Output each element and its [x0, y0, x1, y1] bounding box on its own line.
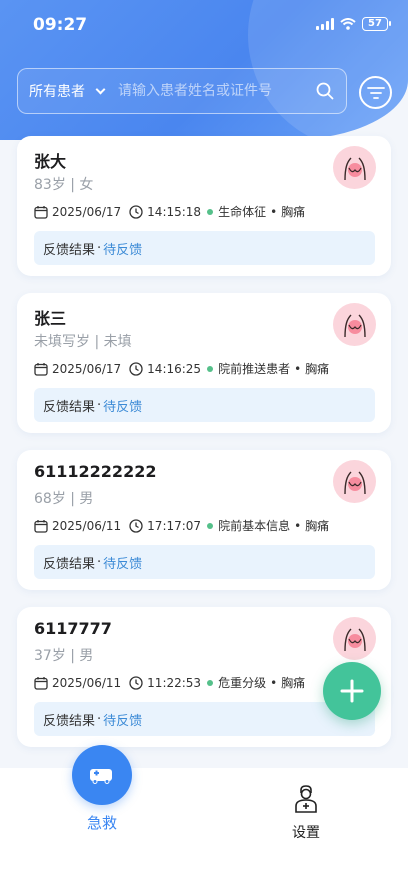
- patient-stage: 院前基本信息: [218, 519, 291, 533]
- stage-dot: [207, 522, 214, 529]
- calendar-icon: [34, 362, 48, 376]
- plus-icon: [340, 679, 364, 703]
- patient-age-gender: 未填写岁 | 未填: [34, 334, 132, 350]
- calendar-icon: [34, 205, 48, 219]
- clock-icon: [129, 518, 143, 533]
- nav-tab-settings[interactable]: 设置: [282, 784, 330, 842]
- patient-time: 17:17:07: [147, 518, 202, 533]
- feedback-bar: 反馈结果 · 待反馈: [34, 545, 375, 579]
- feedback-status: 待反馈: [103, 242, 143, 258]
- patient-card[interactable]: 张大 83岁 | 女 2025/06/17 14:15:18 生命体征 • 胸痛…: [17, 136, 391, 276]
- clock-icon: [129, 361, 143, 376]
- feedback-bar: 反馈结果 · 待反馈: [34, 702, 375, 736]
- chevron-down-icon: [95, 84, 106, 94]
- patient-name: 张大: [34, 152, 67, 171]
- feedback-status: 待反馈: [103, 556, 143, 572]
- patient-name: 张三: [34, 309, 67, 328]
- nav-emergency-label: 急救: [86, 814, 117, 832]
- clock-icon: [129, 204, 143, 219]
- patient-date: 2025/06/11: [52, 518, 122, 533]
- patient-meta: 2025/06/17 14:16:25 院前推送患者 • 胸痛: [34, 360, 329, 377]
- meta-separator: •: [270, 204, 278, 219]
- patient-stage: 生命体征: [218, 205, 267, 219]
- stage-dot: [207, 365, 214, 372]
- patient-date: 2025/06/11: [52, 675, 122, 690]
- patient-time: 14:16:25: [147, 361, 202, 376]
- patient-age-gender: 37岁 | 男: [34, 648, 94, 664]
- patient-card[interactable]: 61112222222 68岁 | 男 2025/06/11 17:17:07 …: [17, 450, 391, 590]
- feedback-separator: ·: [97, 240, 102, 256]
- feedback-status: 待反馈: [103, 713, 143, 729]
- calendar-icon: [34, 676, 48, 690]
- feedback-separator: ·: [97, 397, 102, 413]
- battery-icon: 57: [362, 17, 391, 31]
- patient-meta: 2025/06/17 14:15:18 生命体征 • 胸痛: [34, 203, 305, 220]
- meta-separator: •: [294, 518, 302, 533]
- patient-age-gender: 68岁 | 男: [34, 491, 94, 507]
- patient-complaint: 胸痛: [305, 519, 330, 533]
- meta-separator: •: [270, 675, 278, 690]
- patient-stage: 院前推送患者: [218, 362, 291, 376]
- patient-complaint: 胸痛: [305, 362, 330, 376]
- calendar-icon: [34, 519, 48, 533]
- chest-pain-icon: [333, 146, 376, 189]
- chest-pain-icon: [333, 617, 376, 660]
- stage-dot: [207, 679, 214, 686]
- clock-icon: [129, 675, 143, 690]
- patient-name: 6117777: [34, 619, 112, 638]
- nav-tab-emergency[interactable]: 急救: [72, 745, 132, 833]
- search-input[interactable]: [110, 83, 310, 99]
- patient-filter-select[interactable]: 所有患者: [18, 81, 110, 101]
- search-row: 所有患者: [17, 68, 392, 114]
- feedback-label: 反馈结果: [43, 556, 96, 572]
- patient-time: 14:15:18: [147, 204, 202, 219]
- ambulance-icon: [72, 745, 132, 805]
- patient-meta: 2025/06/11 11:22:53 危重分级 • 胸痛: [34, 674, 305, 691]
- feedback-separator: ·: [97, 554, 102, 570]
- wifi-icon: [340, 18, 356, 30]
- patient-complaint: 胸痛: [281, 676, 306, 690]
- nav-settings-label: 设置: [292, 825, 320, 841]
- feedback-separator: ·: [97, 711, 102, 727]
- search-box: 所有患者: [17, 68, 347, 114]
- signal-icon: [316, 18, 334, 30]
- feedback-label: 反馈结果: [43, 399, 96, 415]
- bottom-nav: 急救 设置: [0, 745, 408, 883]
- status-time: 09:27: [33, 15, 88, 35]
- add-patient-button[interactable]: [323, 662, 381, 720]
- feedback-label: 反馈结果: [43, 713, 96, 729]
- feedback-bar: 反馈结果 · 待反馈: [34, 388, 375, 422]
- status-icons: 57: [316, 17, 391, 31]
- patient-meta: 2025/06/11 17:17:07 院前基本信息 • 胸痛: [34, 517, 329, 534]
- patient-complaint: 胸痛: [281, 205, 306, 219]
- filter-button[interactable]: [359, 76, 392, 109]
- patient-stage: 危重分级: [218, 676, 267, 690]
- filter-icon: [366, 86, 385, 99]
- stage-dot: [207, 208, 214, 215]
- patient-name: 61112222222: [34, 462, 157, 481]
- chest-pain-icon: [333, 460, 376, 503]
- feedback-bar: 反馈结果 · 待反馈: [34, 231, 375, 265]
- status-bar: 09:27 57: [0, 0, 408, 52]
- patient-filter-label: 所有患者: [29, 84, 85, 100]
- search-icon[interactable]: [310, 76, 340, 106]
- patient-card[interactable]: 张三 未填写岁 | 未填 2025/06/17 14:16:25 院前推送患者 …: [17, 293, 391, 433]
- meta-separator: •: [294, 361, 302, 376]
- chest-pain-icon: [333, 303, 376, 346]
- patient-age-gender: 83岁 | 女: [34, 177, 94, 193]
- patient-date: 2025/06/17: [52, 204, 122, 219]
- patient-time: 11:22:53: [147, 675, 202, 690]
- doctor-settings-icon: [293, 785, 319, 818]
- feedback-label: 反馈结果: [43, 242, 96, 258]
- patient-date: 2025/06/17: [52, 361, 122, 376]
- feedback-status: 待反馈: [103, 399, 143, 415]
